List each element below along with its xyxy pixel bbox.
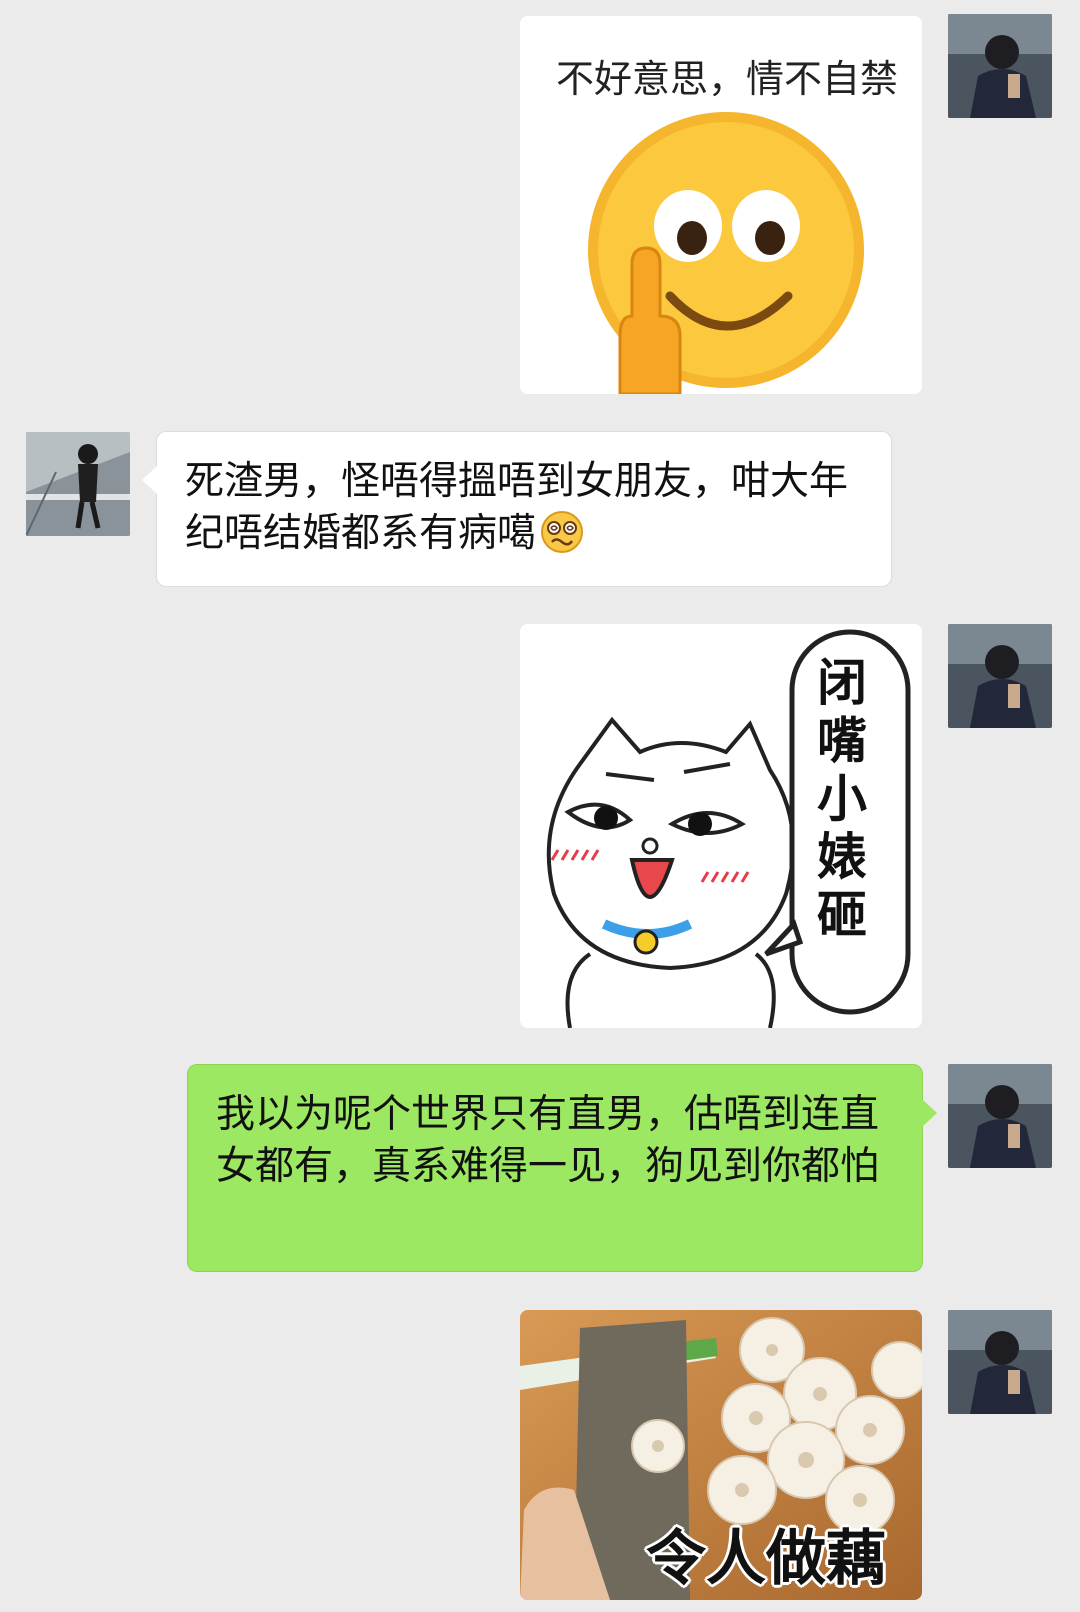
sticker-caption: 闭嘴小婊砸	[817, 654, 867, 944]
dizzy-face-emoji-icon	[541, 511, 584, 553]
incoming-message-bubble[interactable]: 死渣男，怪唔得搵唔到女朋友，咁大年纪唔结婚都系有病噶	[142, 431, 892, 587]
sticker-caption: 令人做藕	[646, 1524, 886, 1594]
message-text: 我以为呢个世界只有直男，估唔到连直女都有，真系难得一见，狗见到你都怕	[216, 1092, 880, 1189]
my-avatar[interactable]	[948, 624, 1052, 728]
my-avatar[interactable]	[948, 1064, 1052, 1168]
message-text: 死渣男，怪唔得搵唔到女朋友，咁大年纪唔结婚都系有病噶	[185, 459, 849, 556]
outgoing-message-bubble[interactable]: 我以为呢个世界只有直男，估唔到连直女都有，真系难得一见，狗见到你都怕	[187, 1064, 937, 1272]
my-avatar[interactable]	[948, 1310, 1052, 1414]
chat-conversation: 不好意思，情不自禁 死渣男，怪唔得搵唔到女朋友，咁大年纪唔结婚都系有病噶 闭嘴小…	[0, 0, 1080, 1612]
sticker-caption: 不好意思，情不自禁	[556, 57, 899, 101]
contact-avatar[interactable]	[26, 432, 130, 536]
my-avatar[interactable]	[948, 14, 1052, 118]
